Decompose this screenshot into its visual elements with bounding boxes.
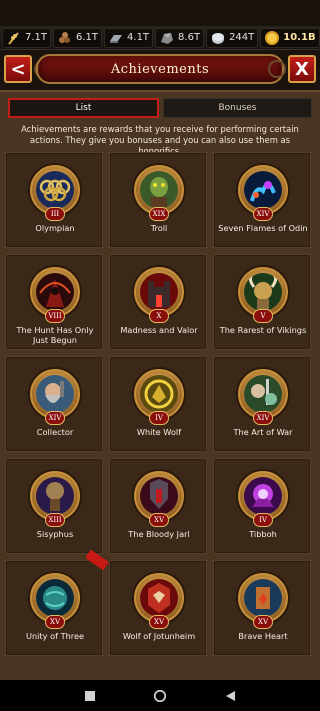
resource-iron[interactable]: 4.1T xyxy=(104,27,154,48)
achievement-name: Collector xyxy=(36,427,74,437)
rank-badge: X xyxy=(149,309,169,323)
knot-ornament-icon xyxy=(268,60,286,78)
resource-gold[interactable]: 10.1B xyxy=(260,27,320,48)
achievement-name: Sisyphus xyxy=(36,529,74,539)
achievement-card[interactable]: XV Unity of Three xyxy=(5,549,109,656)
tab-label: Bonuses xyxy=(218,103,257,113)
achievement-name: Olympian xyxy=(35,223,75,233)
stone-icon xyxy=(159,30,175,46)
tab-list[interactable]: List xyxy=(8,98,159,118)
achievement-card[interactable]: V The Rarest of Vikings xyxy=(213,254,311,350)
title-plate: Achievements xyxy=(36,54,284,84)
close-button[interactable]: X xyxy=(288,55,316,83)
rank-badge: XV xyxy=(45,615,65,629)
tab-bonuses[interactable]: Bonuses xyxy=(163,98,312,118)
gold-coin-icon xyxy=(264,30,280,46)
resource-value: 6.1T xyxy=(76,32,99,43)
rank-badge: XV xyxy=(149,513,169,527)
silver-icon xyxy=(210,30,226,46)
resource-wheat[interactable]: 7.1T xyxy=(2,27,52,48)
achievement-card[interactable]: IV Tibboh xyxy=(213,458,311,554)
achievement-name: Seven Flames of Odin xyxy=(218,223,308,233)
achievement-name: The Rarest of Vikings xyxy=(219,325,307,335)
achievement-name: Wolf of Jotunheim xyxy=(122,631,196,641)
rank-badge: III xyxy=(45,207,65,221)
resource-value: 7.1T xyxy=(25,32,48,43)
achievement-name: Madness and Valor xyxy=(120,325,198,335)
chevron-left-icon: < xyxy=(10,58,26,80)
achievement-card[interactable]: XIV Collector xyxy=(5,356,103,452)
page-title: Achievements xyxy=(110,61,210,77)
achievement-card[interactable]: VIII The Hunt Has Only Just Begun xyxy=(5,254,103,350)
achievement-card[interactable]: XIII Sisyphus xyxy=(5,458,103,554)
achievement-card[interactable]: IV White Wolf xyxy=(109,356,207,452)
achievement-name: White Wolf xyxy=(136,427,182,437)
achievement-card[interactable]: XV The Bloody Jarl xyxy=(109,458,207,554)
achievement-card[interactable]: XV Brave Heart xyxy=(213,560,311,656)
rank-badge: XV xyxy=(149,615,169,629)
achievement-card[interactable]: III Olympian xyxy=(5,152,103,248)
achievement-name: Unity of Three xyxy=(25,631,85,641)
resource-value: 8.6T xyxy=(178,32,201,43)
achievement-card[interactable]: X Madness and Valor xyxy=(109,254,207,350)
tab-bar: List Bonuses xyxy=(8,98,312,118)
achievement-card[interactable]: XIV Seven Flames of Odin xyxy=(213,152,311,248)
iron-icon xyxy=(108,30,124,46)
back-button[interactable]: < xyxy=(4,55,32,83)
rank-badge: XIII xyxy=(45,513,65,527)
achievement-card[interactable]: XIV The Art of War xyxy=(213,356,311,452)
resource-bar: 7.1T 6.1T 4.1T 8.6T 244T 10.1B xyxy=(0,26,320,50)
rank-badge: V xyxy=(253,309,273,323)
rank-badge: IV xyxy=(149,411,169,425)
resource-wood[interactable]: 6.1T xyxy=(53,27,103,48)
achievement-grid: III Olympian XIX Troll XIV Seven Flames … xyxy=(5,152,315,656)
achievement-name: Tibboh xyxy=(249,529,277,539)
achievement-card[interactable]: XIX Troll xyxy=(109,152,207,248)
resource-stone[interactable]: 8.6T xyxy=(155,27,205,48)
header: < Achievements X xyxy=(0,50,320,90)
system-nav-bar xyxy=(0,680,320,711)
rank-badge: XIV xyxy=(253,207,273,221)
achievement-name: Troll xyxy=(150,223,168,233)
wheat-icon xyxy=(6,30,22,46)
resource-value: 4.1T xyxy=(127,32,150,43)
rank-badge: XIV xyxy=(253,411,273,425)
rank-badge: XIX xyxy=(149,207,169,221)
achievement-name: The Hunt Has Only Just Begun xyxy=(16,325,94,345)
achievement-name: The Bloody Jarl xyxy=(128,529,190,539)
rank-badge: XV xyxy=(253,615,273,629)
achievement-name: Brave Heart xyxy=(238,631,288,641)
close-icon: X xyxy=(295,58,309,80)
rank-badge: XIV xyxy=(45,411,65,425)
achievements-panel: List Bonuses Achievements are rewards th… xyxy=(0,90,320,680)
achievement-name: The Art of War xyxy=(233,427,293,437)
wood-icon xyxy=(57,30,73,46)
triangle-back-icon xyxy=(226,690,235,701)
resource-silver[interactable]: 244T xyxy=(206,27,259,48)
circle-icon xyxy=(153,689,167,702)
square-icon xyxy=(85,690,95,701)
resource-value: 10.1B xyxy=(283,32,316,43)
tab-label: List xyxy=(75,103,92,113)
rank-badge: VIII xyxy=(45,309,65,323)
home-button[interactable] xyxy=(153,689,167,703)
resource-value: 244T xyxy=(229,32,255,43)
recents-button[interactable] xyxy=(83,689,97,703)
achievement-card[interactable]: XV Wolf of Jotunheim xyxy=(109,560,207,656)
back-nav-button[interactable] xyxy=(223,689,237,703)
rank-badge: IV xyxy=(253,513,273,527)
